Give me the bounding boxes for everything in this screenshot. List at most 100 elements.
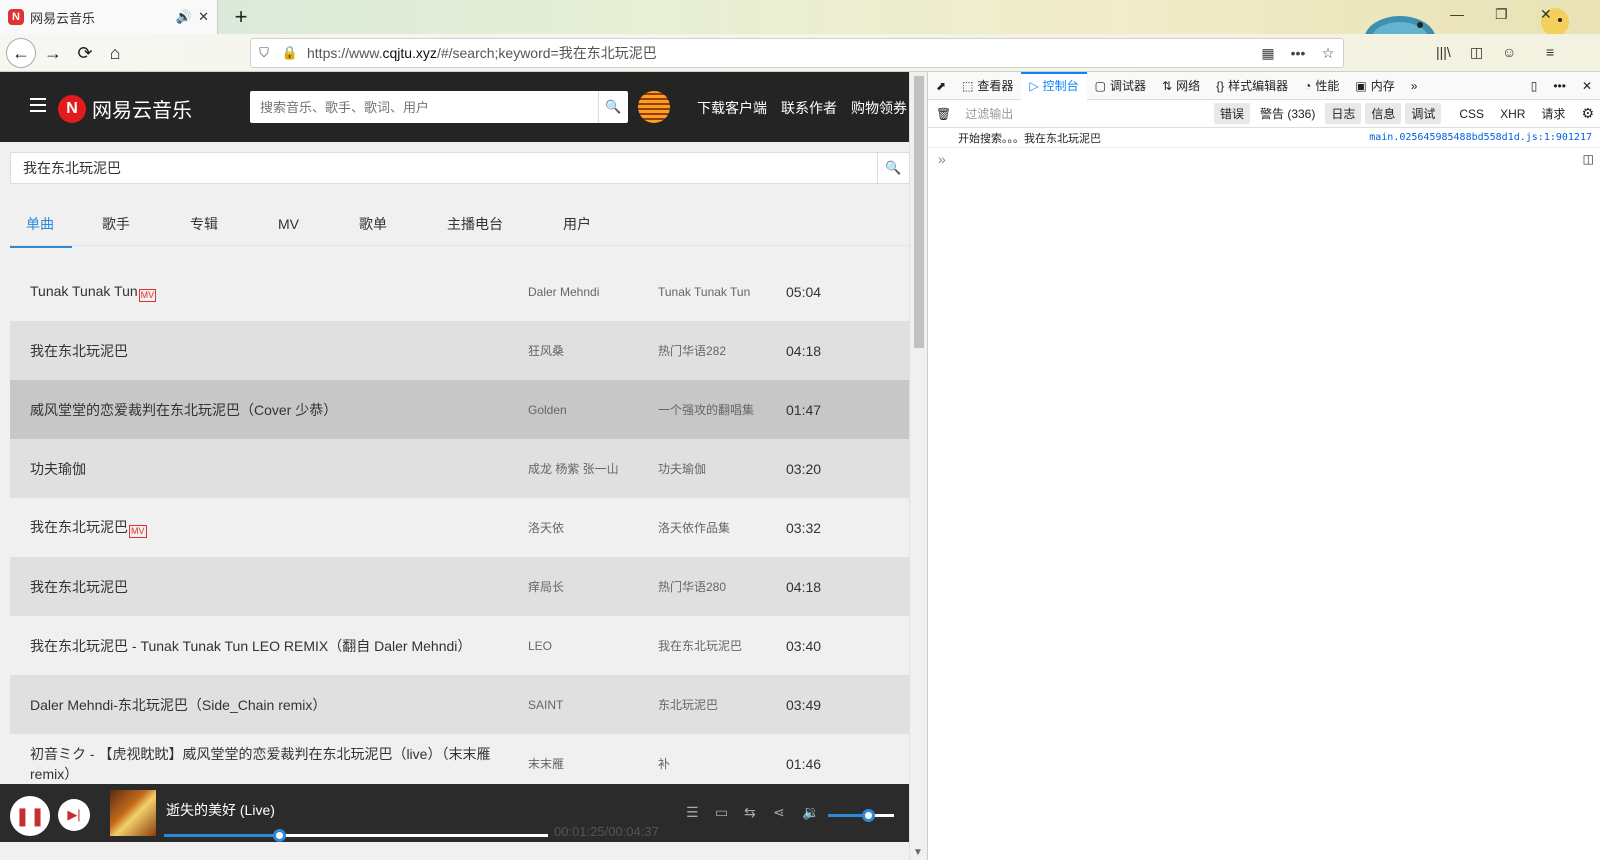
- tab-memory[interactable]: ▣ 内存: [1347, 72, 1402, 100]
- page-scrollbar[interactable]: ▼: [909, 72, 927, 860]
- filter-errors-button[interactable]: 错误: [1213, 103, 1250, 124]
- shield-icon[interactable]: ⛉: [251, 45, 277, 61]
- tab-playlists[interactable]: 歌单: [329, 206, 417, 245]
- minimize-button[interactable]: —: [1450, 6, 1464, 22]
- back-button[interactable]: ←: [6, 38, 36, 68]
- scroll-down-arrow-icon[interactable]: ▼: [913, 847, 923, 858]
- song-row[interactable]: 威风堂堂的恋爱裁判在东北玩泥巴（Cover 少恭） Golden 一个强攻的翻唱…: [10, 380, 910, 439]
- tab-albums[interactable]: 专辑: [160, 206, 248, 245]
- element-picker-icon[interactable]: ⬈: [928, 72, 954, 100]
- song-artist[interactable]: 末末雁: [528, 755, 658, 772]
- page-actions-icon[interactable]: •••: [1283, 45, 1313, 61]
- page-search-icon[interactable]: 🔍: [877, 153, 909, 183]
- dock-icon[interactable]: ▯: [1523, 72, 1546, 100]
- browser-tab[interactable]: N 网易云音乐 🔊 ✕: [0, 0, 218, 34]
- new-tab-button[interactable]: +: [228, 4, 254, 30]
- url-text[interactable]: https://www.cqjtu.xyz/#/search;keyword=我…: [303, 43, 1253, 63]
- console-settings-gear-icon[interactable]: ⚙: [1575, 105, 1600, 122]
- filter-info-button[interactable]: 信息: [1365, 103, 1402, 124]
- song-artist[interactable]: 痒局长: [528, 578, 658, 595]
- song-album[interactable]: 一个强攻的翻唱集: [658, 401, 786, 418]
- playlist-icon[interactable]: ☰: [686, 804, 699, 821]
- tab-close-icon[interactable]: ✕: [198, 9, 209, 25]
- playback-progress-bar[interactable]: [164, 829, 548, 842]
- filter-xhr-button[interactable]: XHR: [1494, 105, 1531, 123]
- song-artist[interactable]: Daler Mehndi: [528, 285, 658, 299]
- song-artist[interactable]: 成龙 杨紫 张一山: [528, 460, 658, 477]
- header-search-icon[interactable]: 🔍: [598, 91, 628, 123]
- playback-progress-handle[interactable]: [273, 829, 287, 842]
- song-album[interactable]: Tunak Tunak Tun: [658, 285, 786, 299]
- console-sidebar-toggle-icon[interactable]: ◫: [1583, 152, 1594, 166]
- pause-button[interactable]: ❚❚: [10, 796, 50, 836]
- folder-icon[interactable]: ▭: [715, 804, 728, 821]
- song-album[interactable]: 补: [658, 755, 786, 772]
- song-row[interactable]: 我在东北玩泥巴 MV 洛天依 洛天依作品集 03:32: [10, 498, 910, 557]
- sidebar-icon[interactable]: ◫: [1470, 44, 1483, 61]
- tab-style-editor[interactable]: {} 样式编辑器: [1208, 72, 1296, 100]
- console-input-prompt[interactable]: » ◫: [928, 148, 1600, 170]
- mv-badge[interactable]: MV: [129, 525, 147, 538]
- download-client-link[interactable]: 下载客户端: [697, 98, 767, 118]
- forward-button[interactable]: →: [38, 38, 68, 68]
- song-artist[interactable]: 洛天依: [528, 519, 658, 536]
- song-album[interactable]: 我在东北玩泥巴: [658, 637, 786, 654]
- qr-code-icon[interactable]: ▦: [1253, 45, 1283, 62]
- tab-artists[interactable]: 歌手: [72, 206, 160, 245]
- filter-output-input[interactable]: 过滤输出: [959, 105, 1214, 122]
- menu-icon[interactable]: ≡: [1546, 44, 1554, 60]
- song-artist[interactable]: Golden: [528, 403, 658, 417]
- lock-icon[interactable]: 🔒: [277, 45, 303, 61]
- tab-performance[interactable]: ◔ 性能: [1296, 72, 1347, 100]
- tab-mv[interactable]: MV: [248, 206, 329, 245]
- filter-logs-button[interactable]: 日志: [1325, 103, 1362, 124]
- address-bar[interactable]: ⛉ 🔒 https://www.cqjtu.xyz/#/search;keywo…: [250, 38, 1344, 68]
- song-row[interactable]: 我在东北玩泥巴 痒局长 热门华语280 04:18: [10, 557, 910, 616]
- song-row[interactable]: 我在东北玩泥巴 - Tunak Tunak Tun LEO REMIX（翻自 D…: [10, 616, 910, 675]
- filter-debug-button[interactable]: 调试: [1405, 103, 1442, 124]
- song-row[interactable]: 我在东北玩泥巴 狂风桑 热门华语282 04:18: [10, 321, 910, 380]
- song-artist[interactable]: LEO: [528, 639, 658, 653]
- close-window-button[interactable]: ✕: [1540, 6, 1552, 23]
- tab-radio[interactable]: 主播电台: [417, 206, 533, 245]
- next-track-button[interactable]: ▶|: [58, 799, 90, 831]
- song-album[interactable]: 热门华语280: [658, 578, 786, 595]
- mv-badge[interactable]: MV: [138, 289, 157, 302]
- log-source-link[interactable]: main.025645985488bd558d1d.js:1:901217: [1369, 132, 1600, 143]
- clear-console-trash-icon[interactable]: 🗑: [928, 107, 959, 121]
- tab-audio-icon[interactable]: 🔊: [176, 9, 192, 25]
- song-artist[interactable]: 狂风桑: [528, 342, 658, 359]
- hamburger-menu-icon[interactable]: [30, 98, 46, 116]
- volume-handle[interactable]: [861, 809, 875, 822]
- restore-button[interactable]: ❐: [1495, 6, 1508, 23]
- account-icon[interactable]: ☺: [1502, 44, 1516, 60]
- app-logo[interactable]: N 网易云音乐: [58, 94, 192, 123]
- share-icon[interactable]: ⋖: [773, 804, 785, 821]
- song-album[interactable]: 洛天依作品集: [658, 519, 786, 536]
- filter-requests-button[interactable]: 请求: [1535, 103, 1571, 124]
- song-row[interactable]: Daler Mehndi-东北玩泥巴（Side_Chain remix） SAI…: [10, 675, 910, 734]
- tab-inspector[interactable]: ⬚ 查看器: [954, 72, 1021, 100]
- close-devtools-icon[interactable]: ✕: [1574, 72, 1600, 100]
- song-row[interactable]: Tunak Tunak Tun MV Daler Mehndi Tunak Tun…: [10, 262, 910, 321]
- devtools-menu-icon[interactable]: •••: [1545, 72, 1574, 100]
- tab-users[interactable]: 用户: [533, 206, 621, 245]
- library-icon[interactable]: |||\: [1436, 44, 1451, 60]
- song-row[interactable]: 功夫瑜伽 成龙 杨紫 张一山 功夫瑜伽 03:20: [10, 439, 910, 498]
- tab-debugger[interactable]: ▢ 调试器: [1087, 72, 1154, 100]
- tab-network[interactable]: ⇅ 网络: [1154, 72, 1208, 100]
- album-cover[interactable]: [110, 790, 156, 836]
- tab-console[interactable]: ▷ 控制台: [1021, 71, 1087, 100]
- page-search-input[interactable]: [11, 153, 877, 183]
- filter-css-button[interactable]: CSS: [1453, 105, 1490, 123]
- volume-slider[interactable]: [828, 809, 894, 822]
- song-album[interactable]: 功夫瑜伽: [658, 460, 786, 477]
- tab-songs[interactable]: 单曲: [10, 206, 72, 248]
- more-tabs-icon[interactable]: »: [1403, 72, 1426, 100]
- song-artist[interactable]: SAINT: [528, 698, 658, 712]
- bookmark-star-icon[interactable]: ☆: [1313, 45, 1343, 62]
- user-avatar[interactable]: [638, 91, 670, 123]
- reload-button[interactable]: ⟳: [70, 38, 100, 68]
- shopping-coupon-link[interactable]: 购物领券: [851, 98, 907, 118]
- scrollbar-thumb[interactable]: [914, 76, 924, 348]
